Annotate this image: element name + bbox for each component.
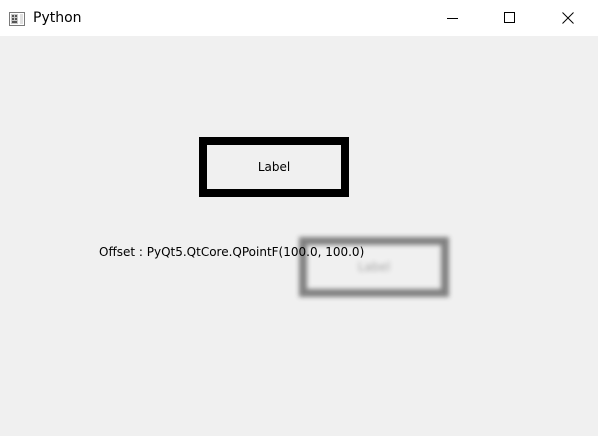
offset-value: PyQt5.QtCore.QPointF(100.0, 100.0) <box>146 245 365 259</box>
title-bar[interactable]: Python <box>0 0 598 36</box>
maximize-icon <box>504 12 515 23</box>
maximize-button[interactable] <box>487 0 533 36</box>
minimize-button[interactable] <box>430 0 476 36</box>
bordered-label: Label <box>199 137 349 197</box>
offset-prefix: Offset : <box>99 245 147 259</box>
window-title: Python <box>33 10 82 26</box>
offset-readout: Offset : PyQt5.QtCore.QPointF(100.0, 100… <box>99 244 364 260</box>
python-app-icon[interactable] <box>9 11 25 26</box>
app-window: Python Label Label Offset : PyQt5.QtCore… <box>0 0 598 436</box>
label-text: Label <box>257 160 291 174</box>
close-icon <box>562 12 574 24</box>
close-button[interactable] <box>545 0 591 36</box>
shadow-label-text: Label <box>357 260 391 274</box>
minimize-icon <box>447 18 458 19</box>
